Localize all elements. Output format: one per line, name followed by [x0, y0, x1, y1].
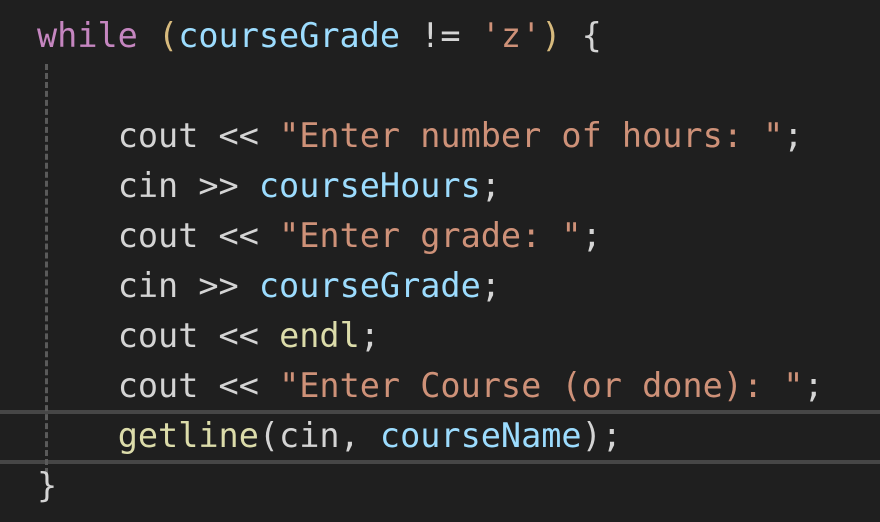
code-token: endl [279, 316, 360, 355]
code-token: ) [541, 16, 562, 55]
code-token: ; [480, 266, 501, 305]
code-token: 'z' [480, 16, 542, 55]
code-token: while [37, 16, 138, 55]
code-token: cout [117, 316, 199, 355]
code-token: ; [803, 366, 824, 405]
code-token: "Enter number of hours: " [279, 116, 784, 155]
code-line[interactable]: cout << "Enter Course (or done): "; [37, 361, 824, 411]
code-token: courseGrade [258, 266, 481, 305]
code-token: << [198, 116, 280, 155]
code-token: courseHours [258, 166, 481, 205]
code-token: cin [117, 166, 179, 205]
code-line[interactable]: cin >> courseHours; [37, 161, 501, 211]
code-line[interactable]: cout << "Enter grade: "; [37, 211, 602, 261]
code-token: >> [178, 166, 259, 205]
code-line[interactable]: } [37, 461, 57, 511]
code-token: , [339, 416, 380, 455]
code-token: courseGrade [178, 16, 401, 55]
code-line[interactable]: cout << endl; [37, 311, 380, 361]
code-token: ; [601, 416, 622, 455]
code-line[interactable]: while (courseGrade != 'z') { [37, 11, 602, 61]
code-token: ( [158, 16, 179, 55]
code-token: "Enter Course (or done): " [279, 366, 804, 405]
code-token: >> [178, 266, 259, 305]
code-token: courseName [379, 416, 582, 455]
code-token: ( [258, 416, 280, 455]
code-token: << [198, 366, 280, 405]
code-line[interactable]: cin >> courseGrade; [37, 261, 501, 311]
code-token: << [198, 216, 280, 255]
code-token: ; [783, 116, 804, 155]
code-token: { [561, 16, 602, 55]
code-line[interactable]: getline(cin, courseName); [37, 411, 622, 461]
code-token: ; [480, 166, 501, 205]
code-token: != [400, 16, 481, 55]
code-token: ; [359, 316, 380, 355]
code-token: << [198, 316, 280, 355]
code-token: ; [581, 216, 602, 255]
code-token: cout [117, 366, 199, 405]
code-token: } [37, 466, 58, 505]
code-token: cout [117, 116, 199, 155]
code-editor[interactable]: while (courseGrade != 'z') { cout << "En… [0, 0, 880, 522]
code-token: "Enter grade: " [279, 216, 582, 255]
code-line[interactable]: cout << "Enter number of hours: "; [37, 111, 804, 161]
code-token: cout [117, 216, 199, 255]
code-token: getline [117, 416, 259, 455]
code-token: cin [279, 416, 340, 455]
code-token: ) [581, 416, 602, 455]
code-token: cin [117, 266, 179, 305]
